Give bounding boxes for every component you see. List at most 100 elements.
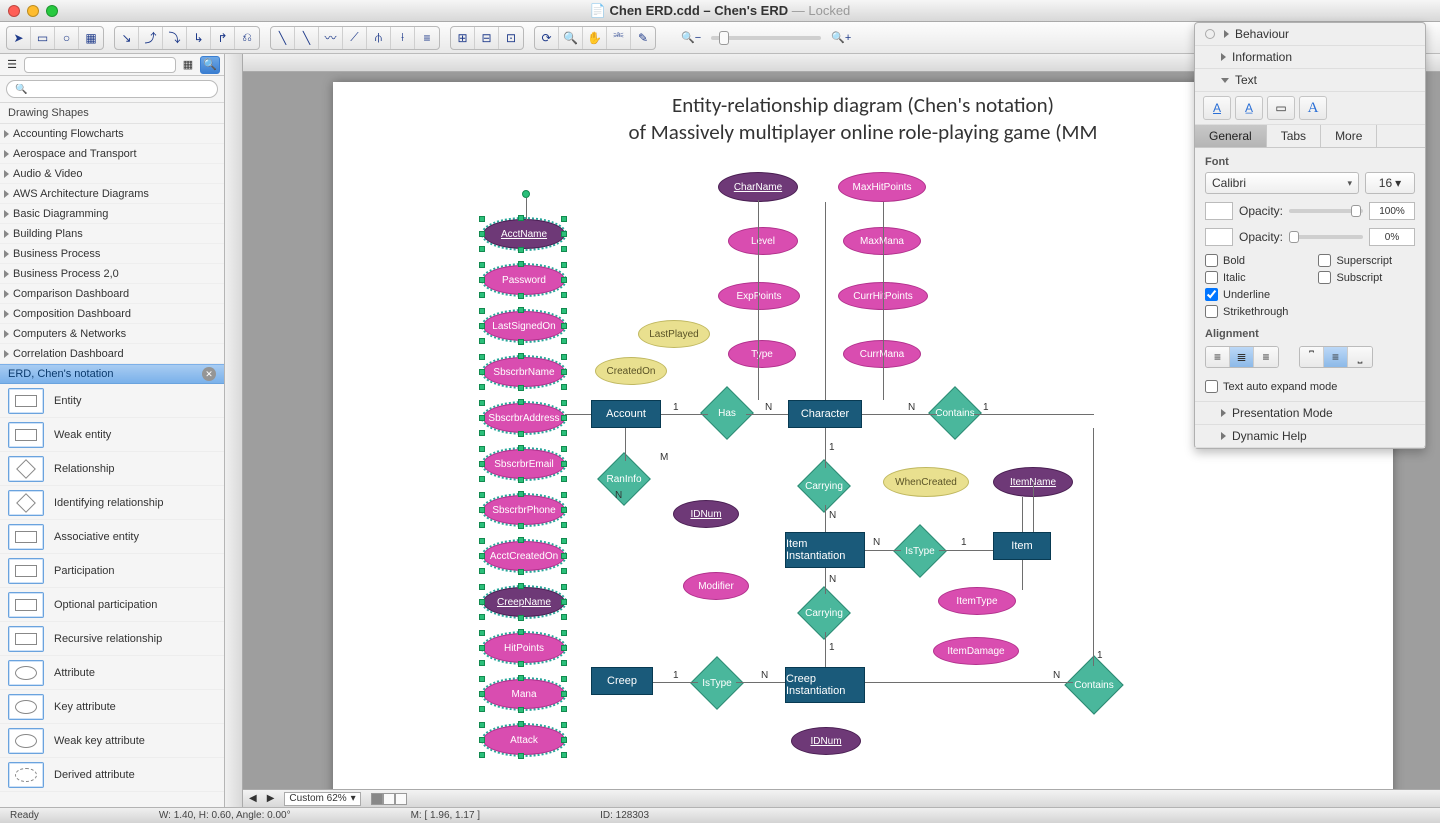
connector-2[interactable]: ⤴ xyxy=(139,27,163,49)
line-3[interactable]: 〰 xyxy=(319,27,343,49)
rel-istype[interactable]: IsType xyxy=(698,664,736,702)
stencil-item[interactable]: Identifying relationship xyxy=(0,486,224,520)
line-7[interactable]: ≡ xyxy=(415,27,439,49)
tab-more[interactable]: More xyxy=(1321,125,1377,147)
attr-idnum[interactable]: IDNum xyxy=(673,500,739,528)
align-3[interactable]: ⊡ xyxy=(499,27,523,49)
valign-middle[interactable]: ≡ xyxy=(1324,347,1348,367)
attr-sbscrbrname[interactable]: SbscrbrName xyxy=(483,357,565,387)
category-item[interactable]: Basic Diagramming xyxy=(0,204,224,224)
category-item[interactable]: AWS Architecture Diagrams xyxy=(0,184,224,204)
attr-modifier[interactable]: Modifier xyxy=(683,572,749,600)
stencil-item[interactable]: Relationship xyxy=(0,452,224,486)
line-2[interactable]: ╲ xyxy=(295,27,319,49)
category-item[interactable]: Audio & Video xyxy=(0,164,224,184)
rel-contains[interactable]: Contains xyxy=(1073,664,1115,706)
entity-item instantiation[interactable]: Item Instantiation xyxy=(785,532,865,568)
stencil-item[interactable]: Attribute xyxy=(0,656,224,690)
attr-acctname[interactable]: AcctName xyxy=(483,219,565,249)
attr-createdon[interactable]: CreatedOn xyxy=(595,357,667,385)
opacity-slider-1[interactable] xyxy=(1289,209,1363,213)
text-box-icon[interactable]: ▭ xyxy=(1267,96,1295,120)
chk-italic[interactable]: Italic xyxy=(1205,271,1288,284)
valign-top[interactable]: ⎴ xyxy=(1300,347,1324,367)
attr-exppoints[interactable]: ExpPoints xyxy=(718,282,800,310)
rel-contains[interactable]: Contains xyxy=(936,394,974,432)
line-4[interactable]: ⟋ xyxy=(343,27,367,49)
font-size-select[interactable]: 16▾ xyxy=(1365,172,1415,194)
close-category-icon[interactable]: ✕ xyxy=(202,367,216,381)
line-6[interactable]: ⟊ xyxy=(391,27,415,49)
attr-sbscrbrphone[interactable]: SbscrbrPhone xyxy=(483,495,565,525)
align-center[interactable]: ≣ xyxy=(1230,347,1254,367)
opacity-value-2[interactable]: 0% xyxy=(1369,228,1415,246)
category-item[interactable]: Aerospace and Transport xyxy=(0,144,224,164)
connector-6[interactable]: ⎌ xyxy=(235,27,259,49)
refresh-tool[interactable]: ⟳ xyxy=(535,27,559,49)
align-2[interactable]: ⊟ xyxy=(475,27,499,49)
section-presentation[interactable]: Presentation Mode xyxy=(1232,406,1333,420)
text-color-icon[interactable]: A̲ xyxy=(1235,96,1263,120)
attr-idnum[interactable]: IDNum xyxy=(791,727,861,755)
font-select[interactable]: Calibri▾ xyxy=(1205,172,1359,194)
rel-istype[interactable]: IsType xyxy=(901,532,939,570)
rect-tool[interactable]: ▭ xyxy=(31,27,55,49)
chk-autoexpand[interactable]: Text auto expand mode xyxy=(1205,380,1415,393)
attr-lastsignedon[interactable]: LastSignedOn xyxy=(483,311,565,341)
attr-sbscrbremail[interactable]: SbscrbrEmail xyxy=(483,449,565,479)
text-underline-icon[interactable]: A xyxy=(1203,96,1231,120)
line-5[interactable]: ⫛ xyxy=(367,27,391,49)
tab-general[interactable]: General xyxy=(1195,125,1267,147)
attr-password[interactable]: Password xyxy=(483,265,565,295)
text-outline-swatch[interactable] xyxy=(1205,228,1233,246)
attr-sbscrbraddress[interactable]: SbscrbrAddress xyxy=(483,403,565,433)
category-item[interactable]: Computers & Networks xyxy=(0,324,224,344)
section-text[interactable]: Text xyxy=(1235,73,1257,87)
scroll-left-icon[interactable]: ◀ xyxy=(249,793,257,804)
attr-attack[interactable]: Attack xyxy=(483,725,565,755)
attr-itemtype[interactable]: ItemType xyxy=(938,587,1016,615)
connector-5[interactable]: ↱ xyxy=(211,27,235,49)
category-item[interactable]: Business Process 2,0 xyxy=(0,264,224,284)
connector-4[interactable]: ↳ xyxy=(187,27,211,49)
attr-whencreated[interactable]: WhenCreated xyxy=(883,467,969,497)
stencil-item[interactable]: Entity xyxy=(0,384,224,418)
chk-sub[interactable]: Subscript xyxy=(1318,271,1392,284)
connector-1[interactable]: ↘ xyxy=(115,27,139,49)
zoom-select[interactable]: Custom 62%▾ xyxy=(284,792,360,806)
rel-has[interactable]: Has xyxy=(708,394,746,432)
eyedropper-tool[interactable]: ✎ xyxy=(631,27,655,49)
active-category-erd[interactable]: ERD, Chen's notation ✕ xyxy=(0,364,224,384)
line-1[interactable]: ╲ xyxy=(271,27,295,49)
stencil-item[interactable]: Recursive relationship xyxy=(0,622,224,656)
hand-tool[interactable]: ✋ xyxy=(583,27,607,49)
category-item[interactable]: Accounting Flowcharts xyxy=(0,124,224,144)
zoom-in-icon[interactable]: 🔍+ xyxy=(831,31,851,44)
chk-super[interactable]: Superscript xyxy=(1318,254,1392,267)
attr-itemdamage[interactable]: ItemDamage xyxy=(933,637,1019,665)
valign-bottom[interactable]: ⎵ xyxy=(1348,347,1372,367)
attr-acctcreatedon[interactable]: AcctCreatedOn xyxy=(483,541,565,571)
connector-3[interactable]: ⤵ xyxy=(163,27,187,49)
chk-strike[interactable]: Strikethrough xyxy=(1205,305,1288,318)
chk-underline[interactable]: Underline xyxy=(1205,288,1288,301)
stencil-item[interactable]: Weak entity xyxy=(0,418,224,452)
attr-type[interactable]: Type xyxy=(728,340,796,368)
opacity-slider-2[interactable] xyxy=(1289,235,1363,239)
pointer-tool[interactable]: ➤ xyxy=(7,27,31,49)
entity-item[interactable]: Item xyxy=(993,532,1051,560)
page-indicator[interactable] xyxy=(371,793,407,805)
align-right[interactable]: ≡ xyxy=(1254,347,1278,367)
scroll-right-icon[interactable]: ▶ xyxy=(267,793,275,804)
stamp-tool[interactable]: ⎃ xyxy=(607,27,631,49)
zoom-tool[interactable]: 🔍 xyxy=(559,27,583,49)
panel-tree-icon[interactable]: ☰ xyxy=(4,57,20,73)
text-font-icon[interactable]: A xyxy=(1299,96,1327,120)
category-item[interactable]: Building Plans xyxy=(0,224,224,244)
align-1[interactable]: ⊞ xyxy=(451,27,475,49)
shapes-search[interactable] xyxy=(6,80,218,98)
rel-raninfo[interactable]: RanInfo xyxy=(605,460,643,498)
grid-icon[interactable]: ▦ xyxy=(180,57,196,73)
section-behaviour[interactable]: Behaviour xyxy=(1235,27,1289,41)
attr-mana[interactable]: Mana xyxy=(483,679,565,709)
